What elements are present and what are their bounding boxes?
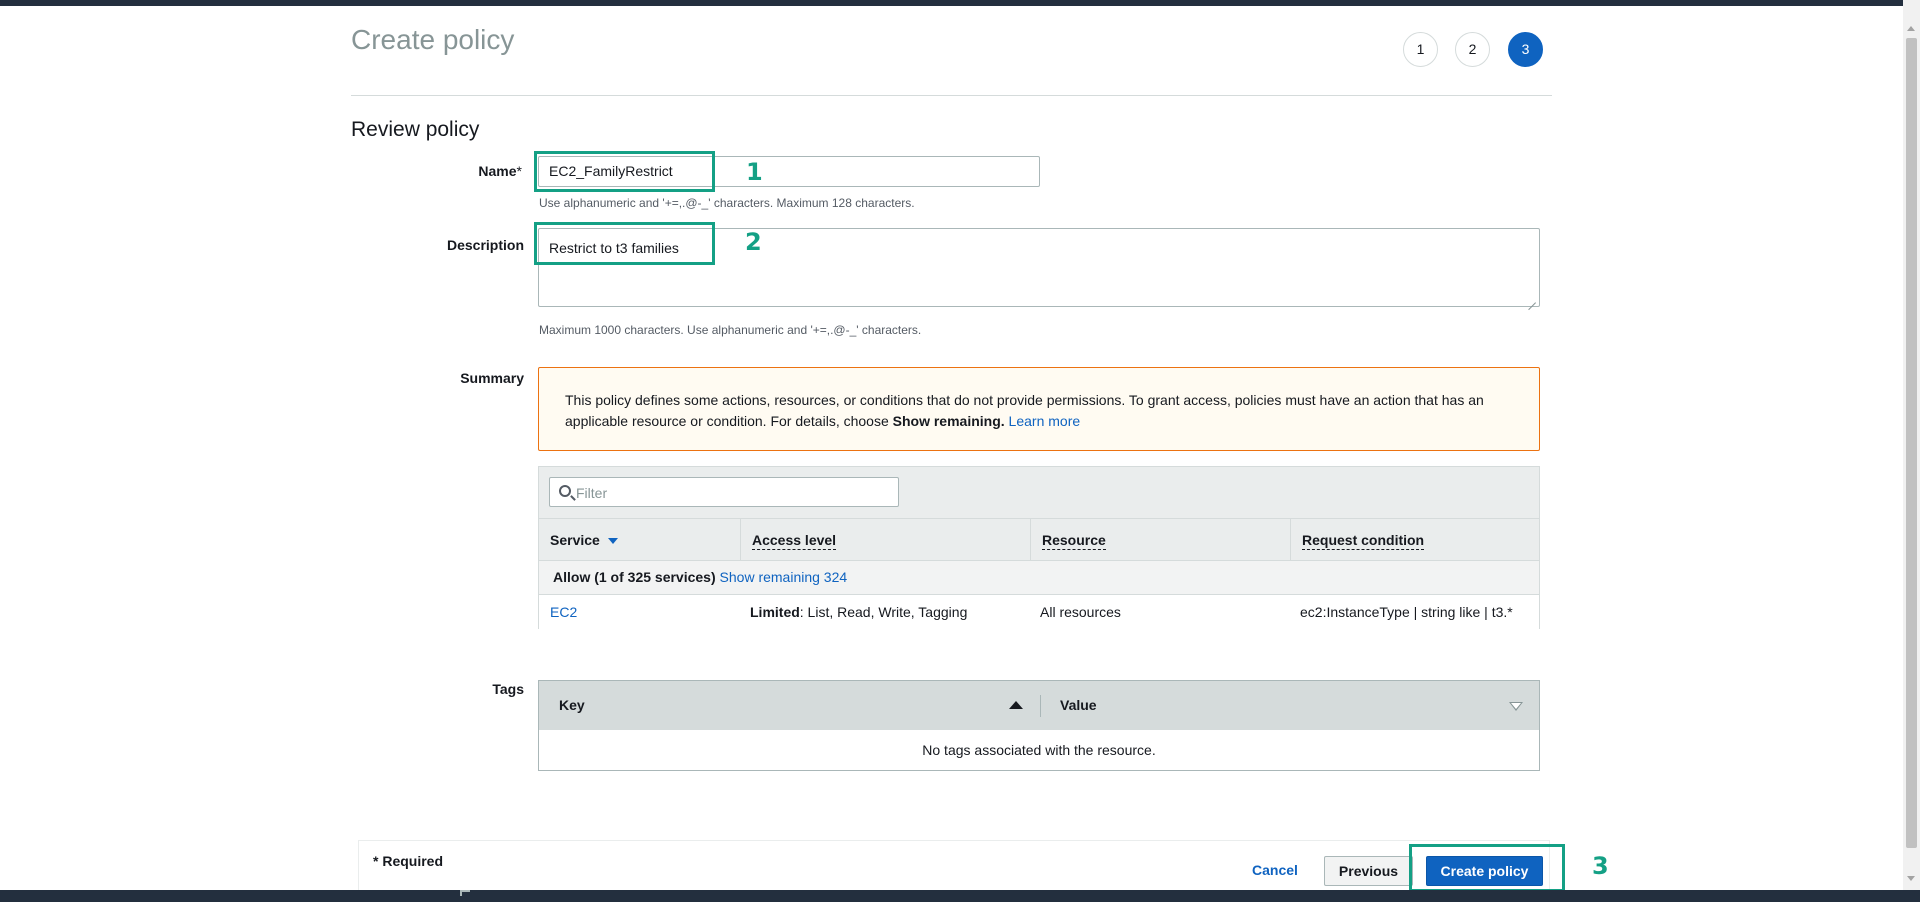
sort-desc-outline-icon[interactable] xyxy=(1509,702,1523,711)
description-label: Description xyxy=(446,237,524,253)
column-service[interactable]: Service xyxy=(539,519,740,561)
required-note: * Required xyxy=(373,853,444,869)
table-header: Service Access level Resource Request co… xyxy=(539,519,1539,561)
wizard-step-3[interactable]: 3 xyxy=(1508,32,1543,67)
column-access-level[interactable]: Access level xyxy=(740,519,1030,561)
resize-grip-icon[interactable] xyxy=(1528,295,1536,303)
column-request-condition[interactable]: Request condition xyxy=(1290,519,1539,561)
wizard-step-2[interactable]: 2 xyxy=(1455,32,1490,67)
taskbar-icon xyxy=(460,890,470,896)
name-hint: Use alphanumeric and '+=,.@-_' character… xyxy=(539,196,915,210)
scroll-down-arrow-icon[interactable] xyxy=(1903,870,1920,887)
summary-table: Filter Service Access level Resource Req… xyxy=(538,466,1540,629)
filter-input[interactable]: Filter xyxy=(549,477,899,507)
tags-empty-message: No tags associated with the resource. xyxy=(922,742,1156,758)
column-value[interactable]: Value xyxy=(1040,681,1490,730)
table-row: EC2 Limited: List, Read, Write, Tagging … xyxy=(539,595,1539,629)
summary-label: Summary xyxy=(460,370,524,386)
scroll-thumb[interactable] xyxy=(1906,38,1917,848)
page-title: Create policy xyxy=(351,24,515,55)
show-remaining-link[interactable]: Show remaining 324 xyxy=(720,569,848,585)
column-resource[interactable]: Resource xyxy=(1030,519,1290,561)
learn-more-link[interactable]: Learn more xyxy=(1009,413,1081,429)
taskbar xyxy=(0,890,1920,902)
vertical-scrollbar[interactable] xyxy=(1903,0,1920,890)
column-key[interactable]: Key xyxy=(539,681,1040,730)
tags-label: Tags xyxy=(492,681,524,697)
search-icon xyxy=(559,485,571,497)
cancel-button[interactable]: Cancel xyxy=(1252,862,1298,878)
scroll-up-arrow-icon[interactable] xyxy=(1903,20,1920,37)
description-hint: Maximum 1000 characters. Use alphanumeri… xyxy=(539,323,922,337)
group-label: Allow (1 of 325 services) xyxy=(553,569,716,585)
annotation-box-1 xyxy=(534,151,715,192)
console-top-bar xyxy=(0,0,1920,6)
previous-button[interactable]: Previous xyxy=(1324,856,1413,886)
summary-warning: This policy defines some actions, resour… xyxy=(538,367,1540,451)
access-level-cell: Limited: List, Read, Write, Tagging xyxy=(750,604,968,620)
annotation-marker-1: 1 xyxy=(746,158,763,186)
filter-placeholder: Filter xyxy=(576,485,608,501)
name-label: Name* xyxy=(478,163,522,179)
tags-table: Key Value No tags associated with the re… xyxy=(538,680,1540,771)
annotation-box-2 xyxy=(534,222,715,265)
tags-header: Key Value xyxy=(539,681,1539,730)
resource-cell: All resources xyxy=(1040,604,1121,620)
header-divider xyxy=(351,95,1552,96)
table-toolbar: Filter xyxy=(539,467,1539,519)
warning-bold-text: Show remaining. xyxy=(892,413,1005,429)
annotation-marker-2: 2 xyxy=(745,228,762,256)
sort-asc-icon[interactable] xyxy=(1009,701,1023,709)
annotation-marker-3: 3 xyxy=(1592,852,1609,880)
section-title: Review policy xyxy=(351,118,480,141)
service-link-ec2[interactable]: EC2 xyxy=(550,595,577,629)
wizard-step-1[interactable]: 1 xyxy=(1403,32,1438,67)
allow-group-row: Allow (1 of 325 services) Show remaining… xyxy=(539,561,1539,595)
condition-cell: ec2:InstanceType | string like | t3.* xyxy=(1300,604,1513,620)
sort-desc-icon[interactable] xyxy=(607,538,618,545)
annotation-box-3 xyxy=(1409,844,1565,892)
